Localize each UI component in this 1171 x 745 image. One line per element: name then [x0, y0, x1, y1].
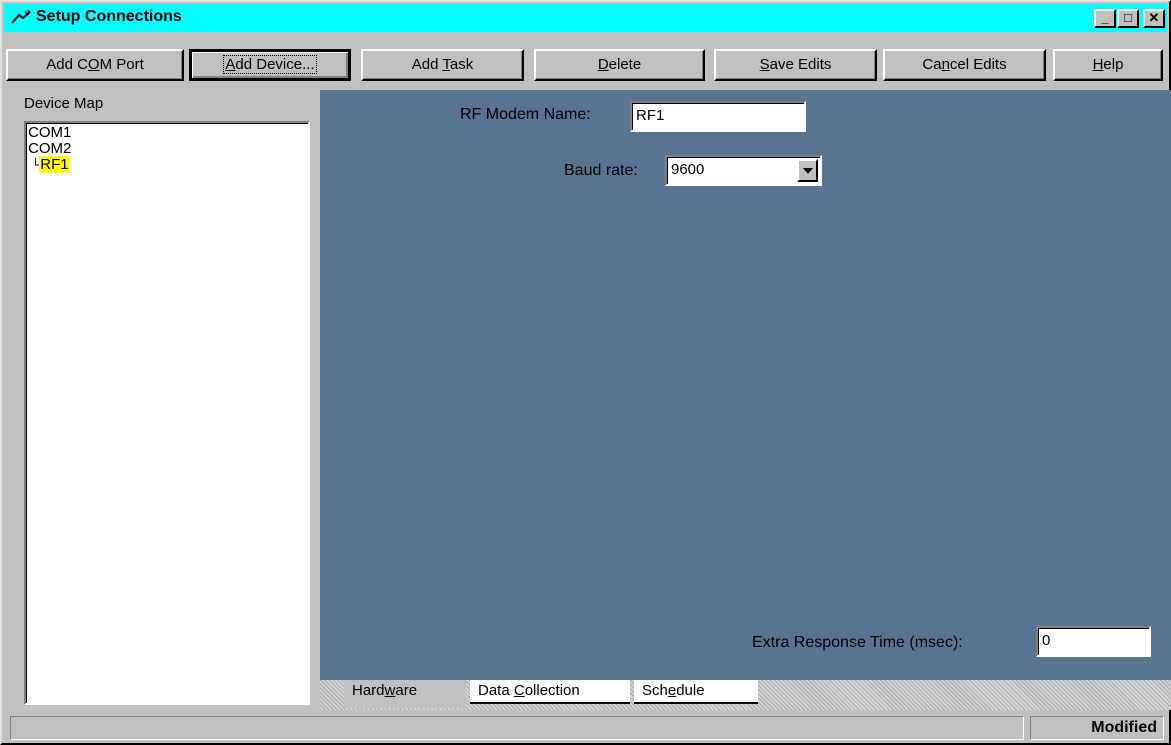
tree-item-label: RF1 — [39, 156, 70, 173]
tree-item-label: COM1 — [28, 124, 72, 141]
extra-response-time-label: Extra Response Time (msec): — [752, 634, 963, 651]
rf-modem-name-label: RF Modem Name: — [460, 106, 591, 123]
btn-accel: T — [442, 56, 450, 73]
save-edits-button[interactable]: Save Edits — [714, 49, 877, 81]
tab-data-collection[interactable]: Data Collection — [470, 680, 630, 704]
rf-modem-name-input[interactable]: RF1 — [630, 101, 806, 132]
btn-text: elete — [608, 56, 642, 73]
tab-text: Data — [478, 682, 514, 699]
toolbar: Add COM Port Add Device... Add Task Dele… — [4, 34, 1167, 82]
tree-item-com1[interactable]: COM1 — [28, 125, 308, 141]
close-button[interactable]: ✕ — [1143, 9, 1165, 28]
btn-text: cel Edits — [949, 56, 1007, 73]
extra-response-time-input[interactable]: 0 — [1036, 626, 1151, 657]
close-icon: ✕ — [1148, 10, 1160, 25]
tab-text: Sch — [642, 682, 668, 699]
btn-accel: H — [1092, 56, 1104, 73]
tree-item-rf1[interactable]: └RF1 — [28, 156, 308, 173]
title-bar[interactable]: Setup Connections _ □ ✕ — [4, 4, 1167, 32]
input-value: 0 — [1042, 632, 1051, 649]
tab-strip: Hardware Data Collection Schedule — [320, 680, 1171, 710]
btn-text: M Port — [99, 56, 144, 73]
add-task-button[interactable]: Add Task — [361, 49, 524, 81]
btn-accel: O — [87, 56, 100, 73]
btn-accel: A — [225, 56, 236, 73]
btn-text: Ca — [922, 56, 942, 73]
input-value: RF1 — [636, 107, 665, 124]
maximize-button[interactable]: □ — [1117, 9, 1139, 28]
focus-rect: Add Device... — [223, 55, 317, 74]
btn-accel: D — [597, 56, 609, 73]
select-value: 9600 — [671, 161, 705, 178]
tree-item-com2[interactable]: COM2 — [28, 141, 308, 157]
add-device-button[interactable]: Add Device... — [189, 49, 351, 81]
tab-accel: e — [667, 682, 677, 699]
status-modified: Modified — [1030, 716, 1164, 740]
btn-text: Add — [411, 56, 443, 73]
btn-text: Add C — [46, 56, 88, 73]
device-map-label: Device Map — [24, 95, 104, 112]
tab-accel: w — [384, 682, 396, 699]
btn-accel: S — [759, 56, 770, 73]
tree-item-label: COM2 — [28, 140, 72, 157]
maximize-icon: □ — [1124, 10, 1132, 25]
tab-schedule[interactable]: Schedule — [634, 680, 758, 704]
baud-rate-label: Baud rate: — [564, 162, 638, 179]
btn-text: ask — [449, 56, 474, 73]
tab-text: are — [395, 682, 418, 699]
add-com-port-button[interactable]: Add COM Port — [6, 49, 184, 81]
minimize-icon: _ — [1101, 10, 1109, 25]
device-tree[interactable]: COM1 COM2 └RF1 — [24, 121, 310, 705]
tab-hardware[interactable]: Hardware — [344, 680, 466, 708]
tab-text: Hard — [352, 682, 385, 699]
help-button[interactable]: Help — [1053, 49, 1163, 81]
device-map-panel: Device Map COM1 COM2 └RF1 — [18, 90, 316, 712]
window-title: Setup Connections — [36, 8, 182, 25]
tab-text: ollection — [524, 682, 580, 699]
status-bar: Modified — [4, 712, 1167, 743]
delete-button[interactable]: Delete — [534, 49, 705, 81]
cancel-edits-button[interactable]: Cancel Edits — [883, 49, 1046, 81]
minimize-button[interactable]: _ — [1094, 9, 1116, 28]
btn-text: ave Edits — [769, 56, 832, 73]
status-message-pane — [10, 716, 1024, 740]
tab-accel: C — [513, 682, 525, 699]
antenna-icon — [11, 9, 31, 24]
btn-accel: n — [941, 56, 950, 73]
btn-text: dd Device... — [235, 56, 315, 73]
btn-text: elp — [1103, 56, 1124, 73]
chevron-down-icon[interactable] — [797, 159, 818, 182]
setup-connections-window: Setup Connections _ □ ✕ Add COM Port Add… — [0, 0, 1171, 745]
hardware-tab-panel: RF Modem Name: RF1 Baud rate: 9600 Extra… — [320, 90, 1171, 680]
tab-text: dule — [676, 682, 705, 699]
baud-rate-select[interactable]: 9600 — [665, 155, 822, 186]
